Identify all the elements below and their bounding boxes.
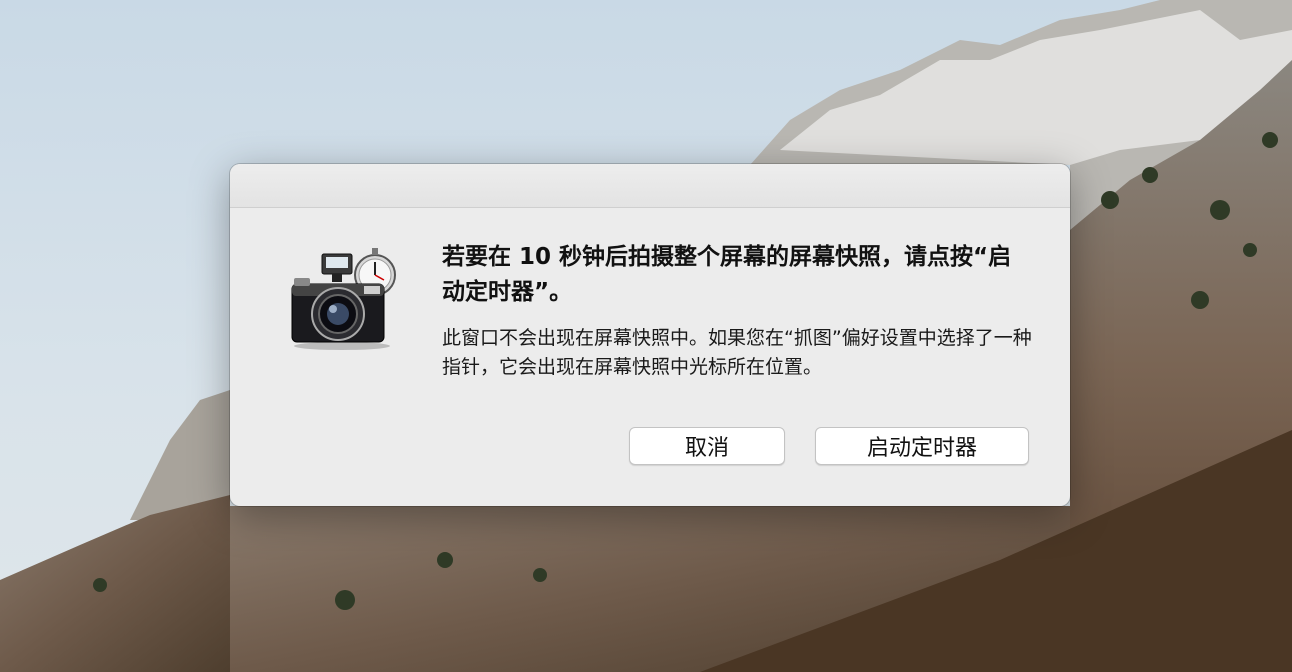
start-timer-button[interactable]: 启动定时器 bbox=[815, 427, 1029, 465]
cancel-button[interactable]: 取消 bbox=[629, 427, 785, 465]
dialog-titlebar bbox=[230, 164, 1070, 208]
camera-with-stopwatch-icon bbox=[291, 248, 396, 350]
dialog-body-text: 此窗口不会出现在屏幕快照中。如果您在“抓图”偏好设置中选择了一种指针，它会出现在… bbox=[442, 327, 1032, 378]
dialog-heading: 若要在 10 秒钟后拍摄整个屏幕的屏幕快照，请点按“启动定时器”。 bbox=[442, 244, 1012, 305]
screenshot-timer-dialog: 若要在 10 秒钟后拍摄整个屏幕的屏幕快照，请点按“启动定时器”。 此窗口不会出… bbox=[230, 164, 1070, 506]
